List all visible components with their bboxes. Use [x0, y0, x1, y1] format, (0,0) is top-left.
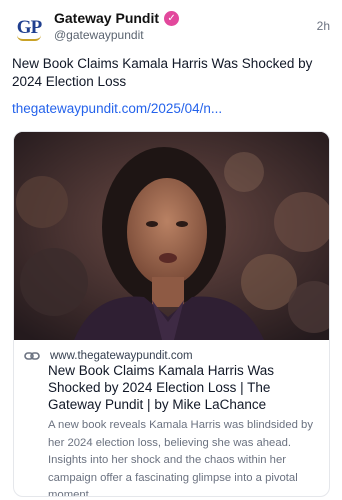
post-link[interactable]: thegatewaypundit.com/2025/04/n... [12, 101, 327, 116]
name-row: Gateway Pundit ✓ [54, 10, 180, 26]
link-card-image[interactable] [14, 132, 329, 340]
verified-badge-icon: ✓ [164, 10, 180, 26]
post: GP Gateway Pundit ✓ @gatewaypundit 2h Ne… [0, 0, 342, 500]
post-text: New Book Claims Kamala Harris Was Shocke… [12, 56, 313, 89]
account-handle[interactable]: @gatewaypundit [54, 28, 144, 42]
link-card-title[interactable]: New Book Claims Kamala Harris Was Shocke… [48, 362, 324, 413]
article-photo [14, 132, 329, 340]
link-icon [24, 352, 40, 360]
link-card-description: A new book reveals Kamala Harris was bli… [48, 419, 313, 497]
avatar-swoosh [17, 35, 41, 41]
avatar[interactable]: GP [14, 13, 44, 43]
post-header: GP Gateway Pundit ✓ @gatewaypundit 2h [14, 10, 330, 46]
link-card-domain: www.thegatewaypundit.com [50, 350, 193, 362]
display-name[interactable]: Gateway Pundit [54, 10, 159, 26]
post-timestamp[interactable]: 2h [317, 19, 330, 33]
link-card-domain-row: www.thegatewaypundit.com [24, 350, 193, 362]
link-card[interactable]: www.thegatewaypundit.com New Book Claims… [13, 131, 330, 497]
